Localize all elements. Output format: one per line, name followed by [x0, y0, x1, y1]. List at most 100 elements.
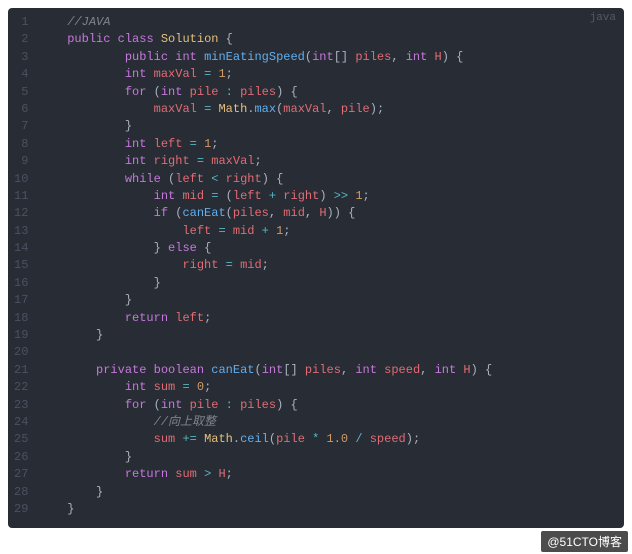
token-plain: [146, 363, 153, 377]
token-plain: [283, 85, 290, 99]
line-number-gutter: 1234567891011121314151617181920212223242…: [8, 14, 38, 518]
code-line[interactable]: }: [38, 501, 624, 518]
code-line[interactable]: for (int pile : piles) {: [38, 84, 624, 101]
token-var: right: [182, 258, 218, 272]
token-plain: [67, 311, 125, 325]
token-plain: [363, 432, 370, 446]
code-line[interactable]: public int minEatingSpeed(int[] piles, i…: [38, 49, 624, 66]
token-punc: ;: [226, 467, 233, 481]
code-line[interactable]: return sum > H;: [38, 466, 624, 483]
code-line[interactable]: private boolean canEat(int[] piles, int …: [38, 362, 624, 379]
token-var: mid: [233, 224, 255, 238]
token-param: H: [463, 363, 470, 377]
token-num: 0: [197, 380, 204, 394]
token-plain: [218, 85, 225, 99]
token-punc: ;: [211, 137, 218, 151]
token-var: sum: [154, 380, 176, 394]
code-line[interactable]: while (left < right) {: [38, 171, 624, 188]
token-param: piles: [355, 50, 391, 64]
code-line[interactable]: int right = maxVal;: [38, 153, 624, 170]
token-plain: [197, 467, 204, 481]
code-line[interactable]: return left;: [38, 310, 624, 327]
token-op: =: [197, 154, 204, 168]
token-plain: [334, 102, 341, 116]
token-builtin: Math: [204, 432, 233, 446]
token-plain: [197, 137, 204, 151]
token-plain: [67, 415, 153, 429]
token-num: 1.0: [327, 432, 349, 446]
code-line[interactable]: }: [38, 275, 624, 292]
token-var: right: [154, 154, 190, 168]
token-var: speed: [370, 432, 406, 446]
token-punc: {: [348, 206, 355, 220]
code-line[interactable]: public class Solution {: [38, 31, 624, 48]
token-op: =: [190, 137, 197, 151]
code-line[interactable]: }: [38, 327, 624, 344]
code-line[interactable]: maxVal = Math.max(maxVal, pile);: [38, 101, 624, 118]
token-plain: [67, 189, 153, 203]
line-number: 25: [14, 431, 28, 448]
token-punc: ): [327, 206, 334, 220]
token-plain: [146, 154, 153, 168]
token-method: ceil: [240, 432, 269, 446]
code-line[interactable]: //JAVA: [38, 14, 624, 31]
line-number: 6: [14, 101, 28, 118]
token-plain: [190, 380, 197, 394]
token-punc: {: [204, 241, 211, 255]
code-line[interactable]: if (canEat(piles, mid, H)) {: [38, 205, 624, 222]
token-plain: [146, 398, 153, 412]
code-line[interactable]: int left = 1;: [38, 136, 624, 153]
token-plain: [67, 485, 96, 499]
token-punc: ;: [204, 380, 211, 394]
code-line[interactable]: }: [38, 292, 624, 309]
token-punc: ;: [262, 258, 269, 272]
code-line[interactable]: //向上取整: [38, 414, 624, 431]
code-line[interactable]: [38, 344, 624, 361]
token-var: maxVal: [283, 102, 326, 116]
token-punc: }: [125, 119, 132, 133]
token-var: H: [319, 206, 326, 220]
code-line[interactable]: right = mid;: [38, 257, 624, 274]
code-line[interactable]: left = mid + 1;: [38, 223, 624, 240]
token-type: int: [175, 50, 197, 64]
token-punc: }: [125, 450, 132, 464]
code-line[interactable]: int sum = 0;: [38, 379, 624, 396]
code-line[interactable]: }: [38, 484, 624, 501]
line-number: 14: [14, 240, 28, 257]
token-plain: [218, 189, 225, 203]
token-plain: [218, 258, 225, 272]
token-type: int: [125, 67, 147, 81]
code-line[interactable]: } else {: [38, 240, 624, 257]
token-punc: []: [334, 50, 348, 64]
token-kw: class: [118, 32, 154, 46]
token-punc: ;: [413, 432, 420, 446]
token-kw: while: [125, 172, 161, 186]
code-line[interactable]: for (int pile : piles) {: [38, 397, 624, 414]
token-plain: [67, 363, 96, 377]
code-lines[interactable]: //JAVA public class Solution { public in…: [38, 14, 624, 518]
token-type: int: [161, 85, 183, 99]
token-plain: [67, 276, 153, 290]
token-plain: [262, 189, 269, 203]
token-var: maxVal: [154, 67, 197, 81]
token-plain: [197, 50, 204, 64]
code-line[interactable]: sum += Math.ceil(pile * 1.0 / speed);: [38, 431, 624, 448]
code-line[interactable]: int mid = (left + right) >> 1;: [38, 188, 624, 205]
token-plain: [146, 85, 153, 99]
line-number: 20: [14, 344, 28, 361]
token-plain: [283, 398, 290, 412]
token-punc: ;: [377, 102, 384, 116]
token-plain: [67, 102, 153, 116]
token-var: left: [175, 311, 204, 325]
code-line[interactable]: int maxVal = 1;: [38, 66, 624, 83]
token-plain: [427, 363, 434, 377]
token-var: left: [175, 172, 204, 186]
code-line[interactable]: }: [38, 449, 624, 466]
code-line[interactable]: }: [38, 118, 624, 135]
line-number: 22: [14, 379, 28, 396]
token-param: H: [435, 50, 442, 64]
token-plain: [67, 293, 125, 307]
token-param: speed: [384, 363, 420, 377]
token-op: =: [182, 380, 189, 394]
line-number: 28: [14, 484, 28, 501]
